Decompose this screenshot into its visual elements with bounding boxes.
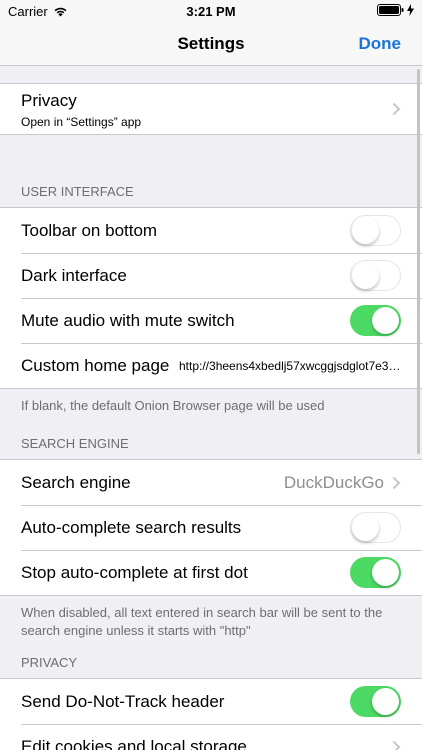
autocomplete-row: Auto-complete search results bbox=[0, 505, 422, 550]
stop-at-dot-row: Stop auto-complete at first dot bbox=[0, 550, 422, 595]
status-time: 3:21 PM bbox=[186, 4, 236, 19]
charging-bolt-icon bbox=[407, 4, 414, 16]
toolbar-on-bottom-row: Toolbar on bottom bbox=[0, 208, 422, 253]
user-interface-group: Toolbar on bottom Dark interface Mute au… bbox=[0, 207, 422, 389]
section-header-user-interface: USER INTERFACE bbox=[21, 184, 134, 199]
section-header-search-engine: SEARCH ENGINE bbox=[21, 436, 129, 451]
scroll-indicator[interactable] bbox=[417, 69, 420, 454]
chevron-right-icon bbox=[392, 102, 401, 116]
done-button[interactable]: Done bbox=[359, 34, 402, 54]
search-engine-group: Search engine DuckDuckGo Auto-complete s… bbox=[0, 459, 422, 596]
toolbar-on-bottom-toggle[interactable] bbox=[350, 215, 401, 246]
search-engine-row[interactable]: Search engine DuckDuckGo bbox=[0, 460, 422, 505]
toolbar-on-bottom-label: Toolbar on bottom bbox=[21, 220, 158, 240]
status-right bbox=[377, 4, 414, 16]
stop-at-dot-toggle[interactable] bbox=[350, 557, 401, 588]
do-not-track-row: Send Do-Not-Track header bbox=[0, 679, 422, 724]
mute-audio-row: Mute audio with mute switch bbox=[0, 298, 422, 343]
navigation-bar: Settings Done bbox=[0, 22, 422, 66]
search-engine-label: Search engine bbox=[21, 472, 131, 492]
user-interface-footer: If blank, the default Onion Browser page… bbox=[21, 398, 325, 413]
privacy-link-group: Privacy Open in “Settings” app bbox=[0, 83, 422, 135]
autocomplete-label: Auto-complete search results bbox=[21, 517, 242, 537]
search-engine-value: DuckDuckGo bbox=[283, 472, 384, 492]
section-header-privacy: PRIVACY bbox=[21, 655, 78, 670]
custom-home-page-row: Custom home page bbox=[0, 343, 422, 388]
mute-audio-label: Mute audio with mute switch bbox=[21, 310, 235, 330]
stop-at-dot-label: Stop auto-complete at first dot bbox=[21, 562, 248, 582]
dark-interface-row: Dark interface bbox=[0, 253, 422, 298]
custom-home-page-label: Custom home page bbox=[21, 355, 170, 375]
mute-audio-toggle[interactable] bbox=[350, 305, 401, 336]
edit-cookies-row[interactable]: Edit cookies and local storage bbox=[0, 724, 422, 750]
search-engine-footer: When disabled, all text entered in searc… bbox=[21, 605, 383, 638]
autocomplete-toggle[interactable] bbox=[350, 512, 401, 543]
chevron-right-icon bbox=[392, 740, 401, 750]
do-not-track-label: Send Do-Not-Track header bbox=[21, 691, 225, 711]
status-bar: Carrier 3:21 PM bbox=[0, 0, 422, 22]
dark-interface-label: Dark interface bbox=[21, 265, 127, 285]
privacy-settings-row[interactable]: Privacy Open in “Settings” app bbox=[0, 84, 422, 134]
settings-list[interactable]: Privacy Open in “Settings” app USER INTE… bbox=[0, 67, 422, 750]
privacy-group: Send Do-Not-Track header Edit cookies an… bbox=[0, 678, 422, 750]
do-not-track-toggle[interactable] bbox=[350, 686, 401, 717]
privacy-subtitle: Open in “Settings” app bbox=[21, 115, 142, 129]
chevron-right-icon bbox=[392, 476, 401, 489]
edit-cookies-label: Edit cookies and local storage bbox=[21, 736, 247, 750]
privacy-title: Privacy bbox=[21, 91, 77, 110]
custom-home-page-input[interactable] bbox=[179, 358, 401, 373]
battery-icon bbox=[377, 4, 404, 16]
dark-interface-toggle[interactable] bbox=[350, 260, 401, 291]
